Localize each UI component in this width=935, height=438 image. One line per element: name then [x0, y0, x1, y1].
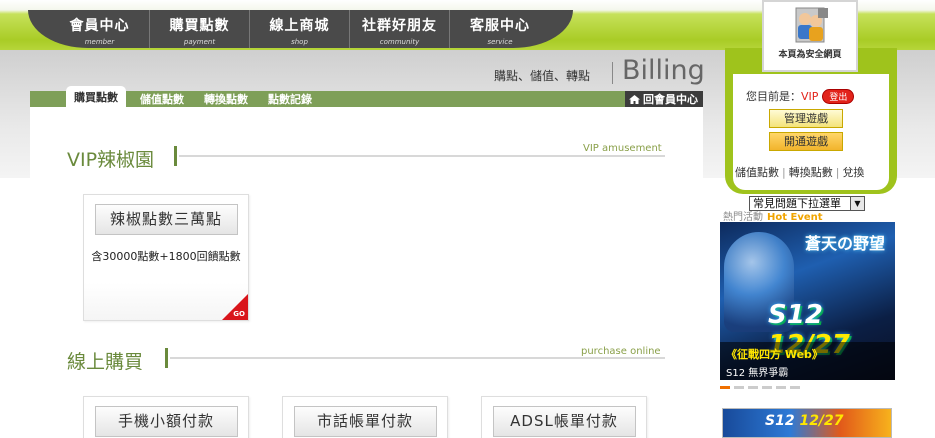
manage-game-button[interactable]: 管理遊戲	[769, 109, 843, 128]
secure-users-icon	[788, 4, 832, 46]
tab-bar: 購買點數 儲值點數 轉換點數 點數記錄 回會員中心	[30, 86, 703, 107]
nav-payment[interactable]: 購買點數 payment	[150, 10, 250, 48]
back-to-member-link[interactable]: 回會員中心	[625, 91, 703, 107]
buy-vip-points-button[interactable]: 辣椒點數三萬點	[94, 204, 238, 235]
home-icon	[629, 92, 640, 104]
banner-pager[interactable]	[720, 386, 800, 389]
member-links: 儲值點數 | 轉換點數 | 兌換	[735, 166, 865, 179]
chevron-down-icon: ▼	[850, 197, 864, 210]
adsl-payment-button[interactable]: ADSL帳單付款	[492, 406, 636, 437]
nav-member[interactable]: 會員中心 member	[50, 10, 150, 48]
link-redeem[interactable]: 兌換	[842, 166, 864, 179]
logout-button[interactable]: 登出	[822, 89, 855, 104]
payment-card-landline: 市話帳單付款	[282, 396, 448, 438]
main-nav: 會員中心 member 購買點數 payment 線上商城 shop 社群好朋友 com…	[28, 10, 573, 48]
tab-deposit-points[interactable]: 儲值點數	[140, 91, 184, 107]
payment-card-mobile: 手機小額付款	[83, 396, 249, 438]
promo-banner-2[interactable]: S12 12/27	[722, 408, 892, 438]
tab-buy-points[interactable]: 購買點數	[66, 86, 126, 107]
page-title: Billing	[622, 55, 705, 86]
vip-card-description: 含30000點數+1800回饋點數	[91, 250, 241, 263]
nav-community[interactable]: 社群好朋友 community	[350, 10, 450, 48]
open-game-button[interactable]: 開通遊戲	[769, 132, 843, 151]
link-deposit[interactable]: 儲值點數	[735, 166, 779, 179]
mobile-payment-button[interactable]: 手機小額付款	[94, 406, 238, 437]
nav-shop[interactable]: 線上商城 shop	[250, 10, 350, 48]
link-convert[interactable]: 轉換點數	[789, 166, 833, 179]
section-title-vip: VIP辣椒園	[67, 149, 155, 171]
vip-card: 辣椒點數三萬點 含30000點數+1800回饋點數 GO	[83, 194, 249, 321]
vip-level: VIP	[801, 90, 819, 103]
promo-banner[interactable]: 蒼天の野望 S12 12/27 《征戰四方 Web》 S12 無界爭霸	[720, 222, 895, 380]
payment-card-adsl: ADSL帳單付款	[481, 396, 647, 438]
main-content: VIP辣椒園 VIP amusement 辣椒點數三萬點 含30000點數+18…	[30, 107, 703, 438]
section-title-online: 線上購買	[67, 351, 144, 373]
landline-payment-button[interactable]: 市話帳單付款	[293, 406, 437, 437]
tab-convert-points[interactable]: 轉換點數	[204, 91, 248, 107]
nav-service[interactable]: 客服中心 service	[450, 10, 550, 48]
billing-subtitle: 購點、儲值、轉點	[494, 69, 591, 83]
member-status: 您目前是：VIP 登出	[746, 88, 855, 104]
faq-select[interactable]: 常見問題下拉選單 ▼	[749, 196, 865, 211]
tab-points-record[interactable]: 點數記錄	[268, 91, 312, 107]
